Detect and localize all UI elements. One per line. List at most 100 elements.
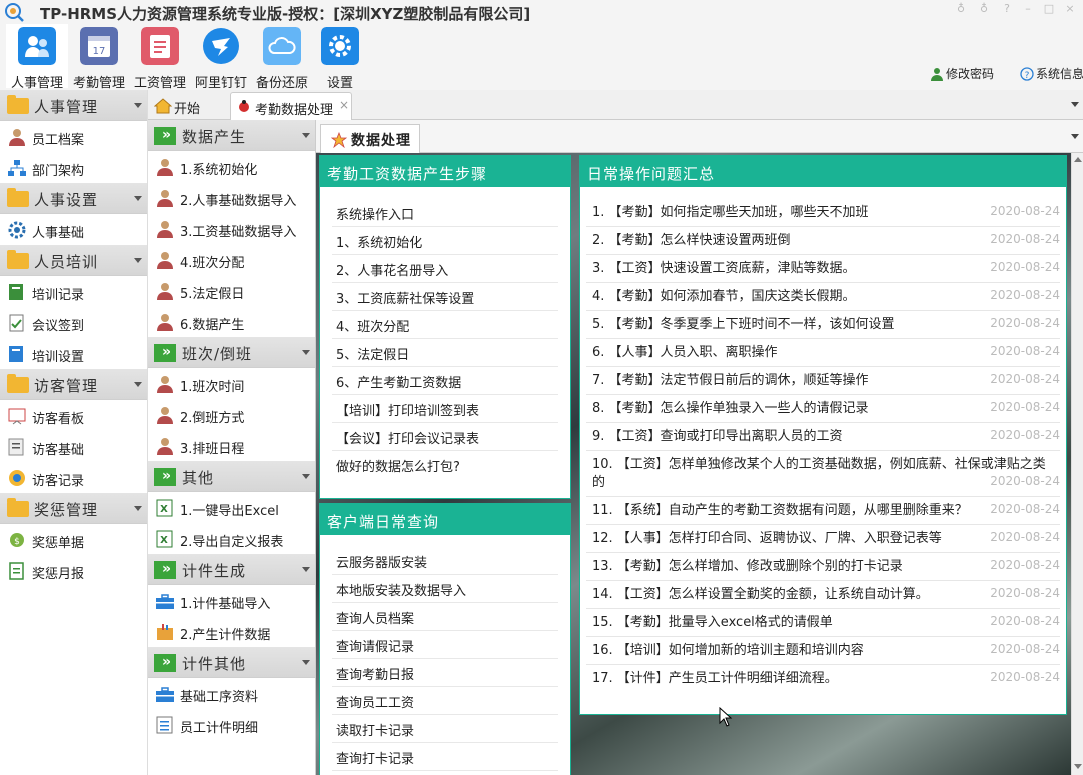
module-item-system-init[interactable]: 1.系统初始化 <box>148 151 315 182</box>
query-link[interactable]: 查询打卡记录 <box>332 743 558 771</box>
toolbar-label: 考勤管理 <box>72 76 125 91</box>
sidebar-section-rewards[interactable]: 奖惩管理 <box>0 493 147 524</box>
module-item-shift-assignment[interactable]: 4.班次分配 <box>148 244 315 275</box>
module-item-shift-schedule[interactable]: 3.排班日程 <box>148 430 315 461</box>
faq-item[interactable]: 5. 【考勤】冬季夏季上下班时间不一样，该如何设置 2020-08-24 <box>586 311 1060 339</box>
faq-item[interactable]: 16. 【培训】如何增加新的培训主题和培训内容 2020-08-24 <box>586 637 1060 665</box>
step-link[interactable]: 系统操作入口 <box>332 199 558 227</box>
scroll-up-icon[interactable] <box>1074 157 1082 162</box>
faq-item[interactable]: 8. 【考勤】怎么操作单独录入一些人的请假记录 2020-08-24 <box>586 395 1060 423</box>
faq-item[interactable]: 11. 【系统】自动产生的考勤工资数据有问题，从哪里删除重来？ 2020-08-2… <box>586 497 1060 525</box>
toolbar-hr-button[interactable]: 人事管理 <box>6 24 68 91</box>
module-section-shifts[interactable]: » 班次/倒班 <box>148 337 315 368</box>
module-section-data-generation[interactable]: » 数据产生 <box>148 120 315 151</box>
toolbar-payroll-button[interactable]: 工资管理 <box>129 24 191 91</box>
query-link[interactable]: 查询人员档案 <box>332 603 558 631</box>
faq-item[interactable]: 17. 【计件】产生员工计件明细详细流程。 2020-08-24 <box>586 665 1060 693</box>
step-link[interactable]: 4、班次分配 <box>332 311 558 339</box>
module-item-rotation-method[interactable]: 2.倒班方式 <box>148 399 315 430</box>
module-item-hr-data-import[interactable]: 2.人事基础数据导入 <box>148 182 315 213</box>
module-section-piecework-other[interactable]: » 计件其他 <box>148 647 315 678</box>
shirt-icon[interactable]: ♁ <box>975 1 993 17</box>
sidebar-item-reward-documents[interactable]: $ 奖惩单据 <box>0 524 147 555</box>
faq-item[interactable]: 12. 【人事】怎样打印合同、返聘协议、厂牌、入职登记表等 2020-08-24 <box>586 525 1060 553</box>
tab-data-processing[interactable]: 数据处理 <box>320 124 420 153</box>
faq-item[interactable]: 1. 【考勤】如何指定哪些天加班，哪些天不加班 2020-08-24 <box>586 199 1060 227</box>
tab-attendance-processing[interactable]: 考勤数据处理 × <box>230 92 352 120</box>
step-link[interactable]: 1、系统初始化 <box>332 227 558 255</box>
step-link[interactable]: 2、人事花名册导入 <box>332 255 558 283</box>
query-link[interactable]: 本地版安装及数据导入 <box>332 575 558 603</box>
step-link[interactable]: 做好的数据怎么打包? <box>332 451 558 479</box>
sidebar-item-training-records[interactable]: 培训记录 <box>0 276 147 307</box>
module-item-piecework-generate[interactable]: 2.产生计件数据 <box>148 616 315 647</box>
tab-start[interactable]: 开始 <box>150 92 226 120</box>
module-item-piecework-details[interactable]: 员工计件明细 <box>148 709 315 740</box>
step-link[interactable]: 3、工资底薪社保等设置 <box>332 283 558 311</box>
module-item-process-data[interactable]: 基础工序资料 <box>148 678 315 709</box>
step-link[interactable]: 6、产生考勤工资数据 <box>332 367 558 395</box>
module-section-piecework[interactable]: » 计件生成 <box>148 554 315 585</box>
maximize-icon[interactable]: □ <box>1040 1 1058 17</box>
toolbar-dingtalk-button[interactable]: 阿里钉钉 <box>190 24 252 91</box>
module-section-other[interactable]: » 其他 <box>148 461 315 492</box>
sidebar-section-hr-management[interactable]: 人事管理 <box>0 90 147 121</box>
sidebar-item-employee-records[interactable]: 员工档案 <box>0 121 147 152</box>
query-link[interactable]: 读取打卡记录 <box>332 715 558 743</box>
query-link[interactable]: 云服务器版安装 <box>332 547 558 575</box>
module-item-shift-times[interactable]: 1.班次时间 <box>148 368 315 399</box>
sidebar-item-reward-monthly[interactable]: 奖惩月报 <box>0 555 147 586</box>
close-icon[interactable]: × <box>1061 1 1079 17</box>
star-icon <box>331 132 347 148</box>
query-link[interactable]: 查询请假记录 <box>332 631 558 659</box>
minimize-icon[interactable]: – <box>1019 1 1037 17</box>
faq-item[interactable]: 14. 【工资】怎么样设置全勤奖的金额，让系统自动计算。 2020-08-24 <box>586 581 1060 609</box>
sidebar-item-training-settings[interactable]: 培训设置 <box>0 338 147 369</box>
module-item-export-excel[interactable]: X 1.一键导出Excel <box>148 492 315 523</box>
query-link[interactable]: 查询员工工资 <box>332 687 558 715</box>
sidebar-item-hr-basics[interactable]: 人事基础 <box>0 214 147 245</box>
subtab-dropdown-icon[interactable] <box>1071 134 1079 139</box>
faq-panel: 日常操作问题汇总 1. 【考勤】如何指定哪些天加班，哪些天不加班 2020-08-… <box>579 155 1067 715</box>
module-item-generate-data[interactable]: 6.数据产生 <box>148 306 315 337</box>
change-password-link[interactable]: 修改密码 <box>930 65 994 82</box>
sidebar-section-visitor[interactable]: 访客管理 <box>0 369 147 400</box>
tab-close-icon[interactable]: × <box>339 98 349 112</box>
document-icon <box>9 314 24 332</box>
toolbar-settings-button[interactable]: 设置 <box>309 24 371 91</box>
module-item-piecework-import[interactable]: 1.计件基础导入 <box>148 585 315 616</box>
faq-item[interactable]: 7. 【考勤】法定节假日前后的调休，顺延等操作 2020-08-24 <box>586 367 1060 395</box>
sidebar-item-visitor-board[interactable]: 访客看板 <box>0 400 147 431</box>
scroll-down-icon[interactable] <box>1074 764 1082 769</box>
faq-item[interactable]: 3. 【工资】快速设置工资底薪，津贴等数据。 2020-08-24 <box>586 255 1060 283</box>
sidebar-section-training[interactable]: 人员培训 <box>0 245 147 276</box>
sidebar-item-meeting-signin[interactable]: 会议签到 <box>0 307 147 338</box>
faq-item[interactable]: 10. 【工资】怎样单独修改某个人的工资基础数据，例如底薪、社保或津贴之类的 20… <box>586 451 1060 497</box>
dropdown-icon <box>134 382 142 387</box>
toolbar-backup-button[interactable]: 备份还原 <box>251 24 313 91</box>
content-scrollbar[interactable] <box>1071 153 1083 775</box>
sidebar-section-hr-settings[interactable]: 人事设置 <box>0 183 147 214</box>
query-link[interactable]: 查询考勤日报 <box>332 659 558 687</box>
step-link[interactable]: 5、法定假日 <box>332 339 558 367</box>
sidebar-item-visitor-basics[interactable]: 访客基础 <box>0 431 147 462</box>
system-info-link[interactable]: ? 系统信息 <box>1020 65 1083 82</box>
faq-item[interactable]: 4. 【考勤】如何添加春节，国庆这类长假期。 2020-08-24 <box>586 283 1060 311</box>
module-item-export-custom-report[interactable]: X 2.导出自定义报表 <box>148 523 315 554</box>
skin-icon[interactable]: ♁ <box>952 1 970 17</box>
faq-item[interactable]: 9. 【工资】查询或打印导出离职人员的工资 2020-08-24 <box>586 423 1060 451</box>
sidebar-item-visitor-records[interactable]: 访客记录 <box>0 462 147 493</box>
faq-item[interactable]: 13. 【考勤】怎么样增加、修改或删除个别的打卡记录 2020-08-24 <box>586 553 1060 581</box>
step-link[interactable]: 【会议】打印会议记录表 <box>332 423 558 451</box>
tab-list-dropdown-icon[interactable] <box>1071 102 1079 107</box>
help-icon[interactable]: ? <box>998 1 1016 17</box>
faq-item[interactable]: 15. 【考勤】批量导入excel格式的请假单 2020-08-24 <box>586 609 1060 637</box>
faq-item[interactable]: 6. 【人事】人员入职、离职操作 2020-08-24 <box>586 339 1060 367</box>
module-item-holidays[interactable]: 5.法定假日 <box>148 275 315 306</box>
person-icon <box>157 376 173 393</box>
module-item-payroll-data-import[interactable]: 3.工资基础数据导入 <box>148 213 315 244</box>
sidebar-item-department-structure[interactable]: 部门架构 <box>0 152 147 183</box>
step-link[interactable]: 【培训】打印培训签到表 <box>332 395 558 423</box>
toolbar-attendance-button[interactable]: 17 考勤管理 <box>68 24 130 91</box>
faq-item[interactable]: 2. 【考勤】怎么样快速设置两班倒 2020-08-24 <box>586 227 1060 255</box>
